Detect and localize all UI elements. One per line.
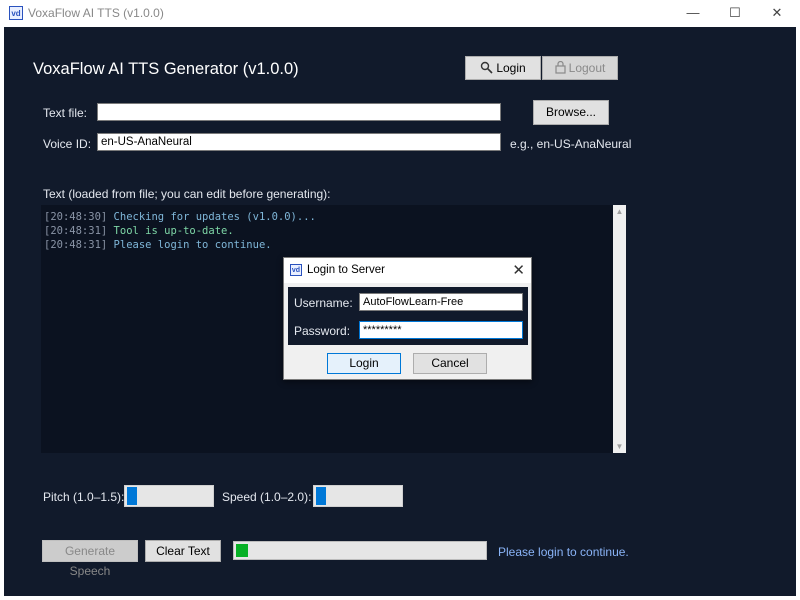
log-lines: [20:48:30] Checking for updates (v1.0.0)… — [44, 210, 316, 253]
progress-bar — [233, 541, 487, 560]
pitch-slider[interactable] — [124, 485, 214, 507]
username-label: Username: — [294, 296, 353, 310]
log-timestamp: [20:48:31] — [44, 239, 108, 252]
login-button-label: Login — [496, 61, 526, 75]
window-title: VoxaFlow AI TTS (v1.0.0) — [28, 6, 164, 20]
text-area-label: Text (loaded from file; you can edit bef… — [43, 187, 331, 201]
text-file-label: Text file: — [43, 106, 88, 120]
chevron-up-icon[interactable]: ▲ — [613, 205, 626, 218]
password-input[interactable]: ********* — [359, 321, 523, 339]
logout-button-label: Logout — [568, 61, 606, 75]
log-message: Checking for updates (v1.0.0)... — [113, 211, 316, 223]
log-timestamp: [20:48:30] — [44, 211, 108, 223]
voice-id-label: Voice ID: — [43, 137, 92, 151]
pitch-label: Pitch (1.0–1.5): — [43, 490, 125, 504]
lock-icon — [555, 60, 566, 74]
dialog-login-button[interactable]: Login — [327, 353, 401, 374]
username-input[interactable]: AutoFlowLearn-Free — [359, 293, 523, 311]
dialog-title: Login to Server — [307, 264, 385, 276]
voice-id-input[interactable]: en-US-AnaNeural — [97, 133, 501, 151]
chevron-down-icon[interactable]: ▼ — [613, 440, 626, 453]
text-file-input[interactable] — [97, 103, 501, 121]
browse-button[interactable]: Browse... — [533, 100, 609, 125]
progress-fill — [236, 544, 248, 557]
app-logo-icon: vd — [9, 6, 23, 20]
password-label: Password: — [294, 324, 351, 338]
log-line: [20:48:31] Please login to continue. — [44, 238, 316, 252]
pitch-slider-thumb[interactable] — [127, 487, 137, 505]
logout-button[interactable]: Logout — [542, 56, 618, 80]
speed-slider[interactable] — [313, 485, 403, 507]
dialog-cancel-button[interactable]: Cancel — [413, 353, 487, 374]
magnifier-key-icon — [481, 61, 493, 74]
voice-id-example: e.g., en-US-AnaNeural — [510, 137, 632, 151]
vertical-scrollbar[interactable]: ▲ ▼ — [613, 205, 626, 453]
log-timestamp: [20:48:31] — [44, 225, 108, 238]
clear-text-button[interactable]: Clear Text — [145, 540, 221, 562]
generate-speech-button[interactable]: Generate Speech — [42, 540, 138, 578]
window-titlebar: vd VoxaFlow AI TTS (v1.0.0) — ☐ ✕ — [0, 0, 800, 27]
speed-slider-thumb[interactable] — [316, 487, 326, 505]
log-line: [20:48:31] Tool is up-to-date. — [44, 224, 316, 238]
dialog-app-icon: vd — [290, 264, 302, 276]
close-window-button[interactable]: ✕ — [762, 3, 792, 23]
app-heading: VoxaFlow AI TTS Generator (v1.0.0) — [33, 60, 299, 78]
dialog-close-icon[interactable]: ✕ — [512, 261, 525, 279]
log-line: [20:48:30] Checking for updates (v1.0.0)… — [44, 210, 316, 224]
login-button[interactable]: Login — [465, 56, 541, 80]
status-text: Please login to continue. — [498, 545, 629, 559]
dialog-titlebar: vd Login to Server ✕ — [284, 258, 531, 283]
speed-label: Speed (1.0–2.0): — [222, 490, 312, 504]
minimize-button[interactable]: — — [678, 3, 708, 23]
log-message: Please login to continue. — [113, 239, 272, 252]
maximize-button[interactable]: ☐ — [720, 3, 750, 23]
dialog-form: Username: AutoFlowLearn-Free Password: *… — [288, 287, 528, 345]
log-message: Tool is up-to-date. — [113, 225, 234, 238]
login-dialog: vd Login to Server ✕ Username: AutoFlowL… — [283, 257, 532, 380]
